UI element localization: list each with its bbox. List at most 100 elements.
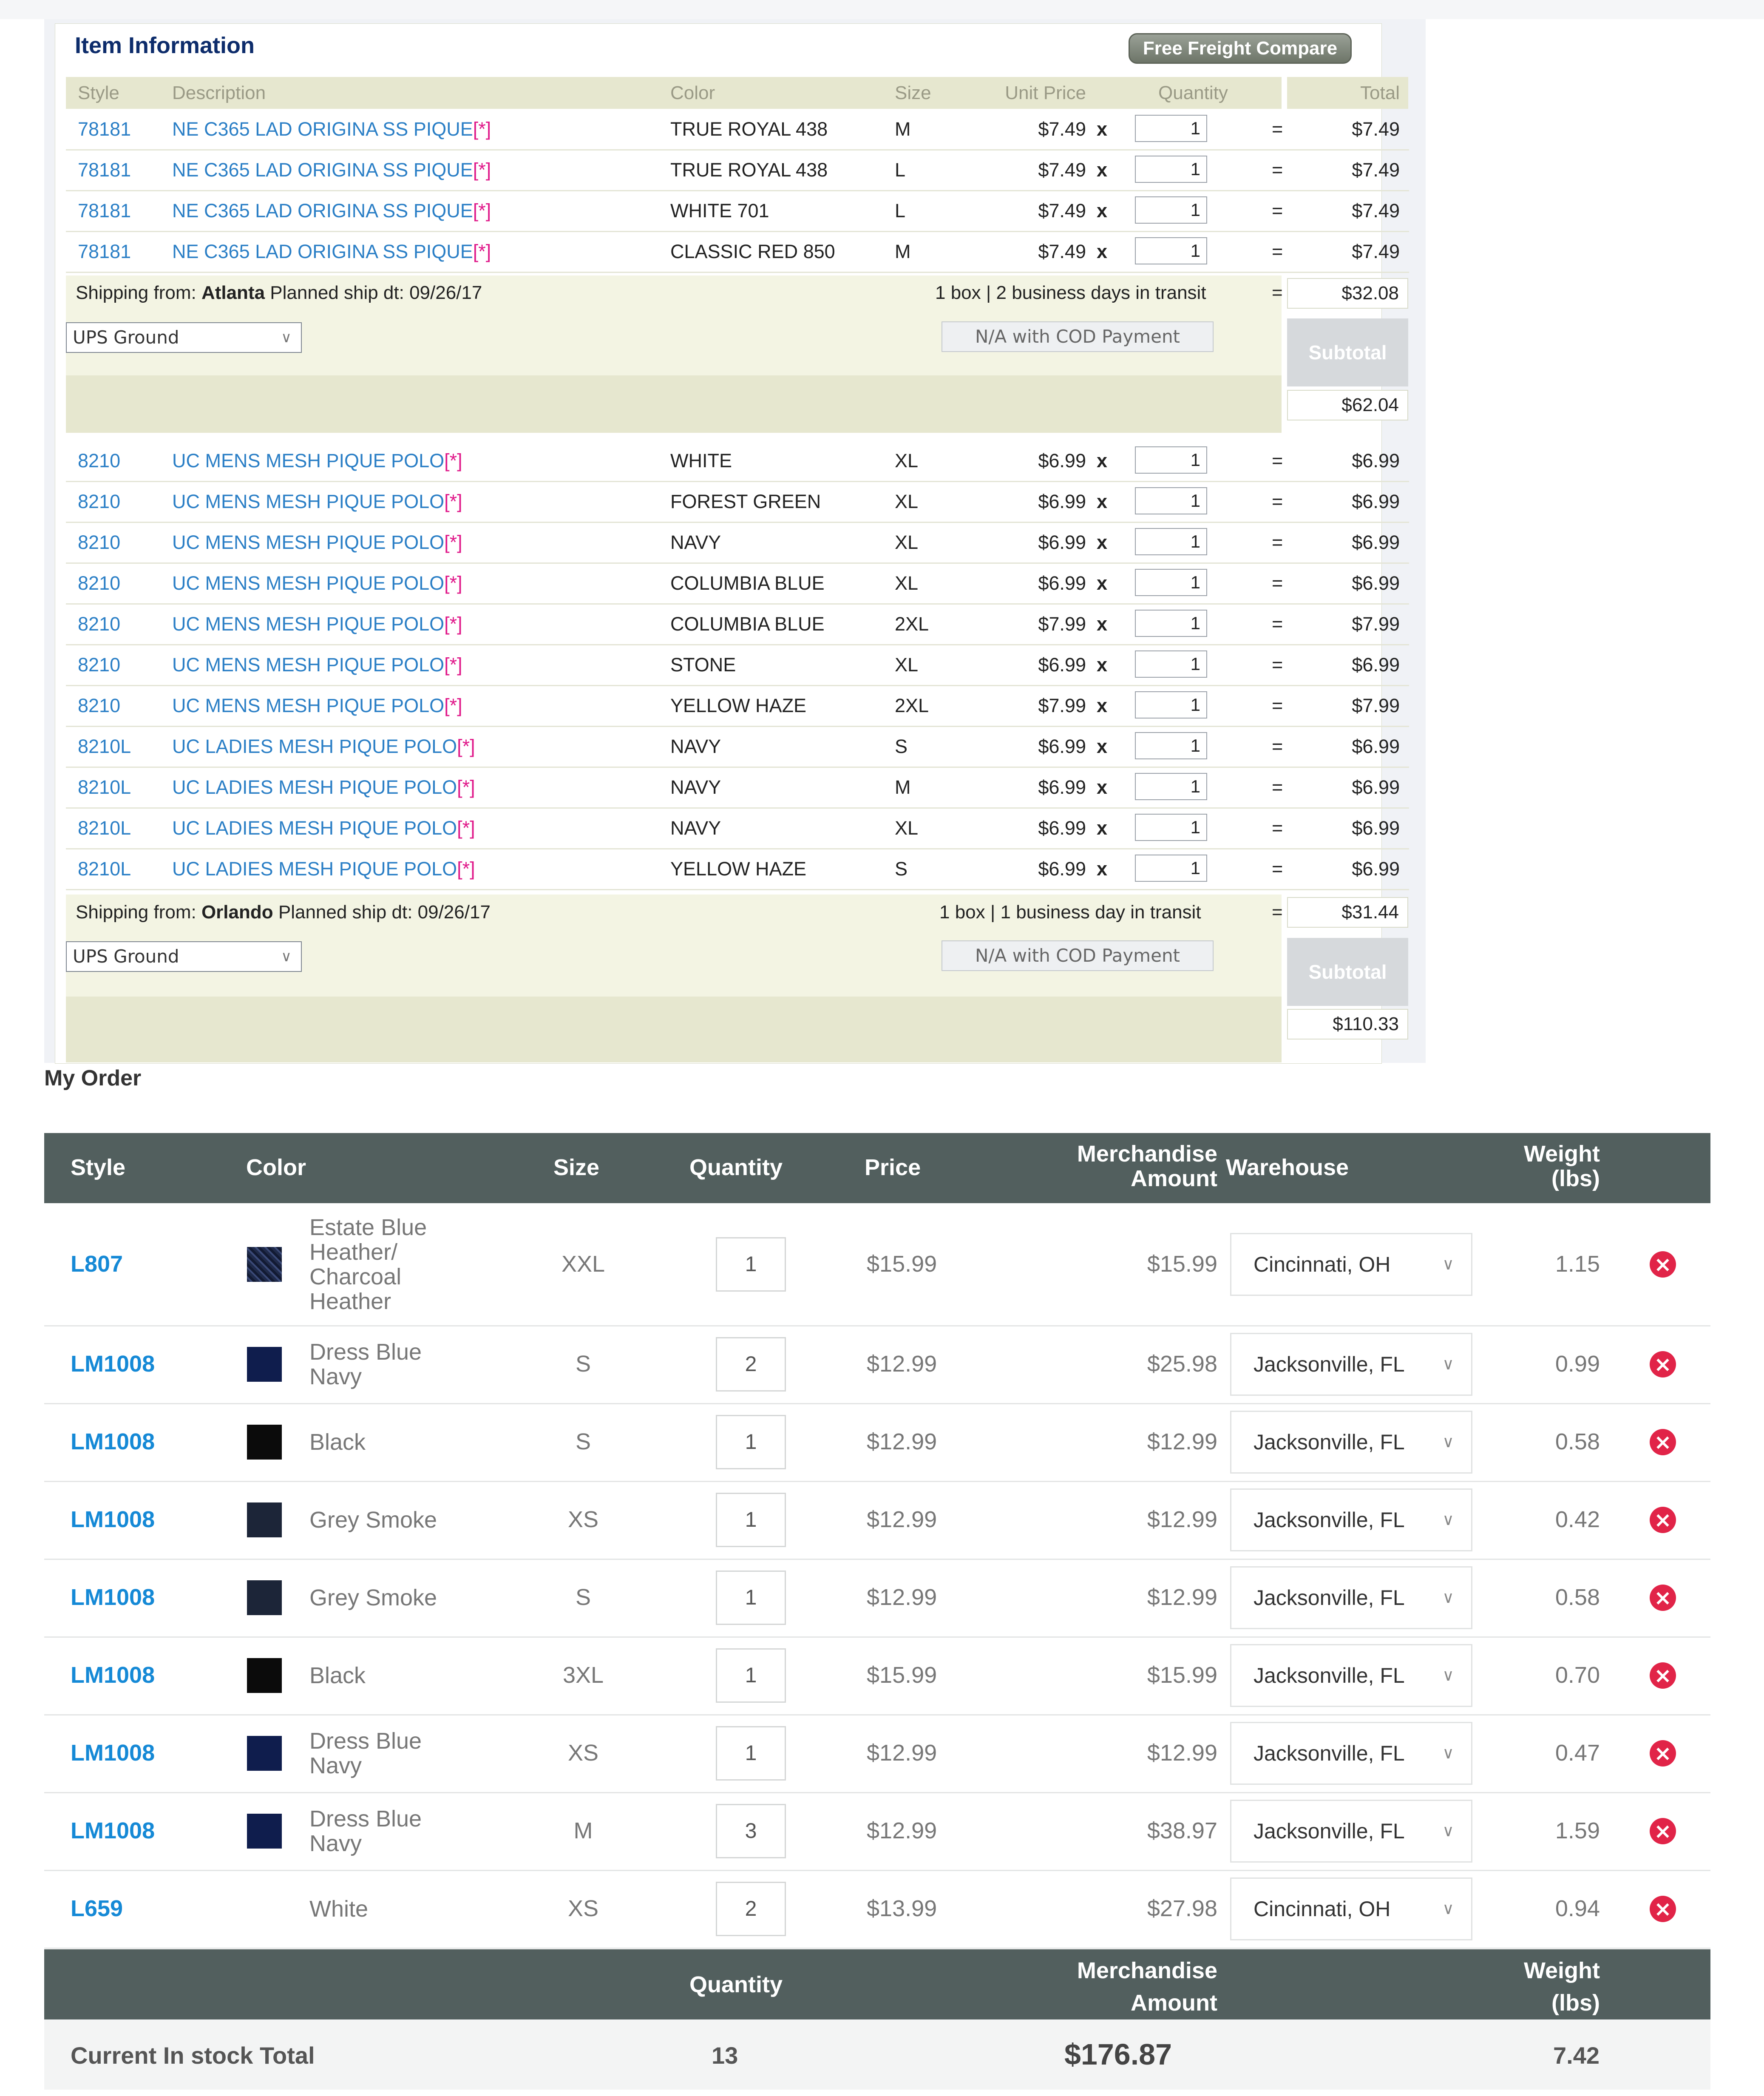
item-info-asterisk-link[interactable]: [*] <box>473 159 491 181</box>
order-quantity-input[interactable]: 1 <box>716 1414 786 1469</box>
item-description-link[interactable]: UC MENS MESH PIQUE POLO <box>172 695 444 716</box>
item-info-asterisk-link[interactable]: [*] <box>444 531 462 553</box>
item-description-link[interactable]: NE C365 LAD ORIGINA SS PIQUE <box>172 200 473 222</box>
item-description-link[interactable]: UC LADIES MESH PIQUE POLO <box>172 736 457 757</box>
item-quantity-input[interactable]: 1 <box>1135 855 1207 882</box>
order-style-link[interactable]: LM1008 <box>71 1818 155 1844</box>
item-quantity-input[interactable]: 1 <box>1135 196 1207 224</box>
item-style-link[interactable]: 8210L <box>78 808 131 848</box>
item-info-asterisk-link[interactable]: [*] <box>457 817 475 839</box>
order-warehouse-select[interactable]: Jacksonville, FL ∨ <box>1230 1644 1472 1707</box>
item-info-asterisk-link[interactable]: [*] <box>457 736 475 757</box>
item-info-asterisk-link[interactable]: [*] <box>444 613 462 635</box>
item-quantity-input[interactable]: 1 <box>1135 528 1207 555</box>
item-style-link[interactable]: 8210 <box>78 563 120 603</box>
order-warehouse-select[interactable]: Jacksonville, FL ∨ <box>1230 1566 1472 1629</box>
order-style-link[interactable]: L807 <box>71 1251 123 1277</box>
item-info-asterisk-link[interactable]: [*] <box>444 491 462 512</box>
item-description-link[interactable]: UC MENS MESH PIQUE POLO <box>172 450 444 471</box>
remove-circle-icon[interactable]: × <box>1650 1895 1676 1922</box>
item-quantity-input[interactable]: 1 <box>1135 773 1207 800</box>
order-warehouse-select[interactable]: Cincinnati, OH ∨ <box>1230 1877 1472 1940</box>
item-quantity-input[interactable]: 1 <box>1135 115 1207 142</box>
item-info-asterisk-link[interactable]: [*] <box>444 654 462 676</box>
item-description-link[interactable]: UC LADIES MESH PIQUE POLO <box>172 776 457 798</box>
item-quantity-input[interactable]: 1 <box>1135 610 1207 637</box>
order-quantity-input[interactable]: 1 <box>716 1492 786 1547</box>
order-style-link[interactable]: LM1008 <box>71 1429 155 1455</box>
order-quantity-input[interactable]: 3 <box>716 1803 786 1858</box>
item-info-asterisk-link[interactable]: [*] <box>473 200 491 222</box>
remove-circle-icon[interactable]: × <box>1650 1251 1676 1278</box>
order-style-link[interactable]: LM1008 <box>71 1584 155 1610</box>
remove-circle-icon[interactable]: × <box>1650 1740 1676 1767</box>
order-warehouse-select[interactable]: Jacksonville, FL ∨ <box>1230 1488 1472 1551</box>
order-quantity-input[interactable]: 1 <box>716 1648 786 1703</box>
item-style-link[interactable]: 78181 <box>78 109 131 149</box>
remove-circle-icon[interactable]: × <box>1650 1429 1676 1455</box>
item-description-link[interactable]: UC MENS MESH PIQUE POLO <box>172 491 444 512</box>
item-description-link[interactable]: UC MENS MESH PIQUE POLO <box>172 654 444 676</box>
item-quantity-input[interactable]: 1 <box>1135 237 1207 264</box>
order-style-link[interactable]: LM1008 <box>71 1662 155 1688</box>
remove-circle-icon[interactable]: × <box>1650 1584 1676 1611</box>
group1-shipping-method-select[interactable]: UPS Ground ∨ <box>66 322 302 353</box>
item-quantity-input[interactable]: 1 <box>1135 732 1207 759</box>
item-style-link[interactable]: 8210L <box>78 767 131 807</box>
order-quantity-input[interactable]: 1 <box>716 1237 786 1292</box>
item-quantity-input[interactable]: 1 <box>1135 691 1207 719</box>
item-quantity-input[interactable]: 1 <box>1135 446 1207 474</box>
group2-shipping-method-select[interactable]: UPS Ground ∨ <box>66 941 302 972</box>
item-style-link[interactable]: 8210 <box>78 440 120 481</box>
order-warehouse-select[interactable]: Jacksonville, FL ∨ <box>1230 1332 1472 1396</box>
order-quantity-input[interactable]: 2 <box>716 1881 786 1936</box>
order-quantity-input[interactable]: 2 <box>716 1337 786 1392</box>
item-info-asterisk-link[interactable]: [*] <box>457 858 475 880</box>
item-style-link[interactable]: 8210 <box>78 645 120 685</box>
free-freight-compare-button[interactable]: Free Freight Compare <box>1129 33 1352 64</box>
remove-circle-icon[interactable]: × <box>1650 1506 1676 1533</box>
group2-cod-button[interactable]: N/A with COD Payment <box>942 940 1214 971</box>
order-style-link[interactable]: L659 <box>71 1895 123 1922</box>
item-quantity-input[interactable]: 1 <box>1135 814 1207 841</box>
item-info-asterisk-link[interactable]: [*] <box>444 450 462 471</box>
item-style-link[interactable]: 8210 <box>78 685 120 726</box>
item-quantity-input[interactable]: 1 <box>1135 487 1207 514</box>
group1-cod-button[interactable]: N/A with COD Payment <box>942 321 1214 352</box>
group2-subtotal-button[interactable]: Subtotal <box>1287 938 1408 1006</box>
item-info-asterisk-link[interactable]: [*] <box>473 118 491 140</box>
item-style-link[interactable]: 8210 <box>78 522 120 562</box>
order-quantity-input[interactable]: 1 <box>716 1570 786 1625</box>
item-info-asterisk-link[interactable]: [*] <box>444 695 462 716</box>
order-style-link[interactable]: LM1008 <box>71 1740 155 1766</box>
item-style-link[interactable]: 78181 <box>78 150 131 190</box>
item-quantity-input[interactable]: 1 <box>1135 569 1207 596</box>
remove-circle-icon[interactable]: × <box>1650 1662 1676 1689</box>
order-warehouse-select[interactable]: Jacksonville, FL ∨ <box>1230 1721 1472 1785</box>
item-description-link[interactable]: UC MENS MESH PIQUE POLO <box>172 531 444 553</box>
item-style-link[interactable]: 8210L <box>78 726 131 767</box>
item-description-link[interactable]: NE C365 LAD ORIGINA SS PIQUE <box>172 241 473 262</box>
item-quantity-input[interactable]: 1 <box>1135 650 1207 678</box>
item-description-link[interactable]: UC MENS MESH PIQUE POLO <box>172 613 444 635</box>
item-info-asterisk-link[interactable]: [*] <box>444 572 462 594</box>
order-style-link[interactable]: LM1008 <box>71 1351 155 1377</box>
item-style-link[interactable]: 8210 <box>78 481 120 522</box>
item-quantity-input[interactable]: 1 <box>1135 156 1207 183</box>
group1-subtotal-button[interactable]: Subtotal <box>1287 318 1408 386</box>
order-style-link[interactable]: LM1008 <box>71 1506 155 1533</box>
order-warehouse-select[interactable]: Jacksonville, FL ∨ <box>1230 1799 1472 1863</box>
remove-circle-icon[interactable]: × <box>1650 1351 1676 1377</box>
item-info-asterisk-link[interactable]: [*] <box>457 776 475 798</box>
item-style-link[interactable]: 78181 <box>78 190 131 231</box>
item-description-link[interactable]: UC LADIES MESH PIQUE POLO <box>172 817 457 839</box>
item-description-link[interactable]: UC MENS MESH PIQUE POLO <box>172 572 444 594</box>
item-description-link[interactable]: UC LADIES MESH PIQUE POLO <box>172 858 457 880</box>
item-info-asterisk-link[interactable]: [*] <box>473 241 491 262</box>
item-style-link[interactable]: 8210 <box>78 604 120 644</box>
item-style-link[interactable]: 8210L <box>78 849 131 889</box>
order-warehouse-select[interactable]: Cincinnati, OH ∨ <box>1230 1233 1472 1296</box>
remove-circle-icon[interactable]: × <box>1650 1818 1676 1844</box>
item-style-link[interactable]: 78181 <box>78 231 131 272</box>
order-warehouse-select[interactable]: Jacksonville, FL ∨ <box>1230 1410 1472 1474</box>
